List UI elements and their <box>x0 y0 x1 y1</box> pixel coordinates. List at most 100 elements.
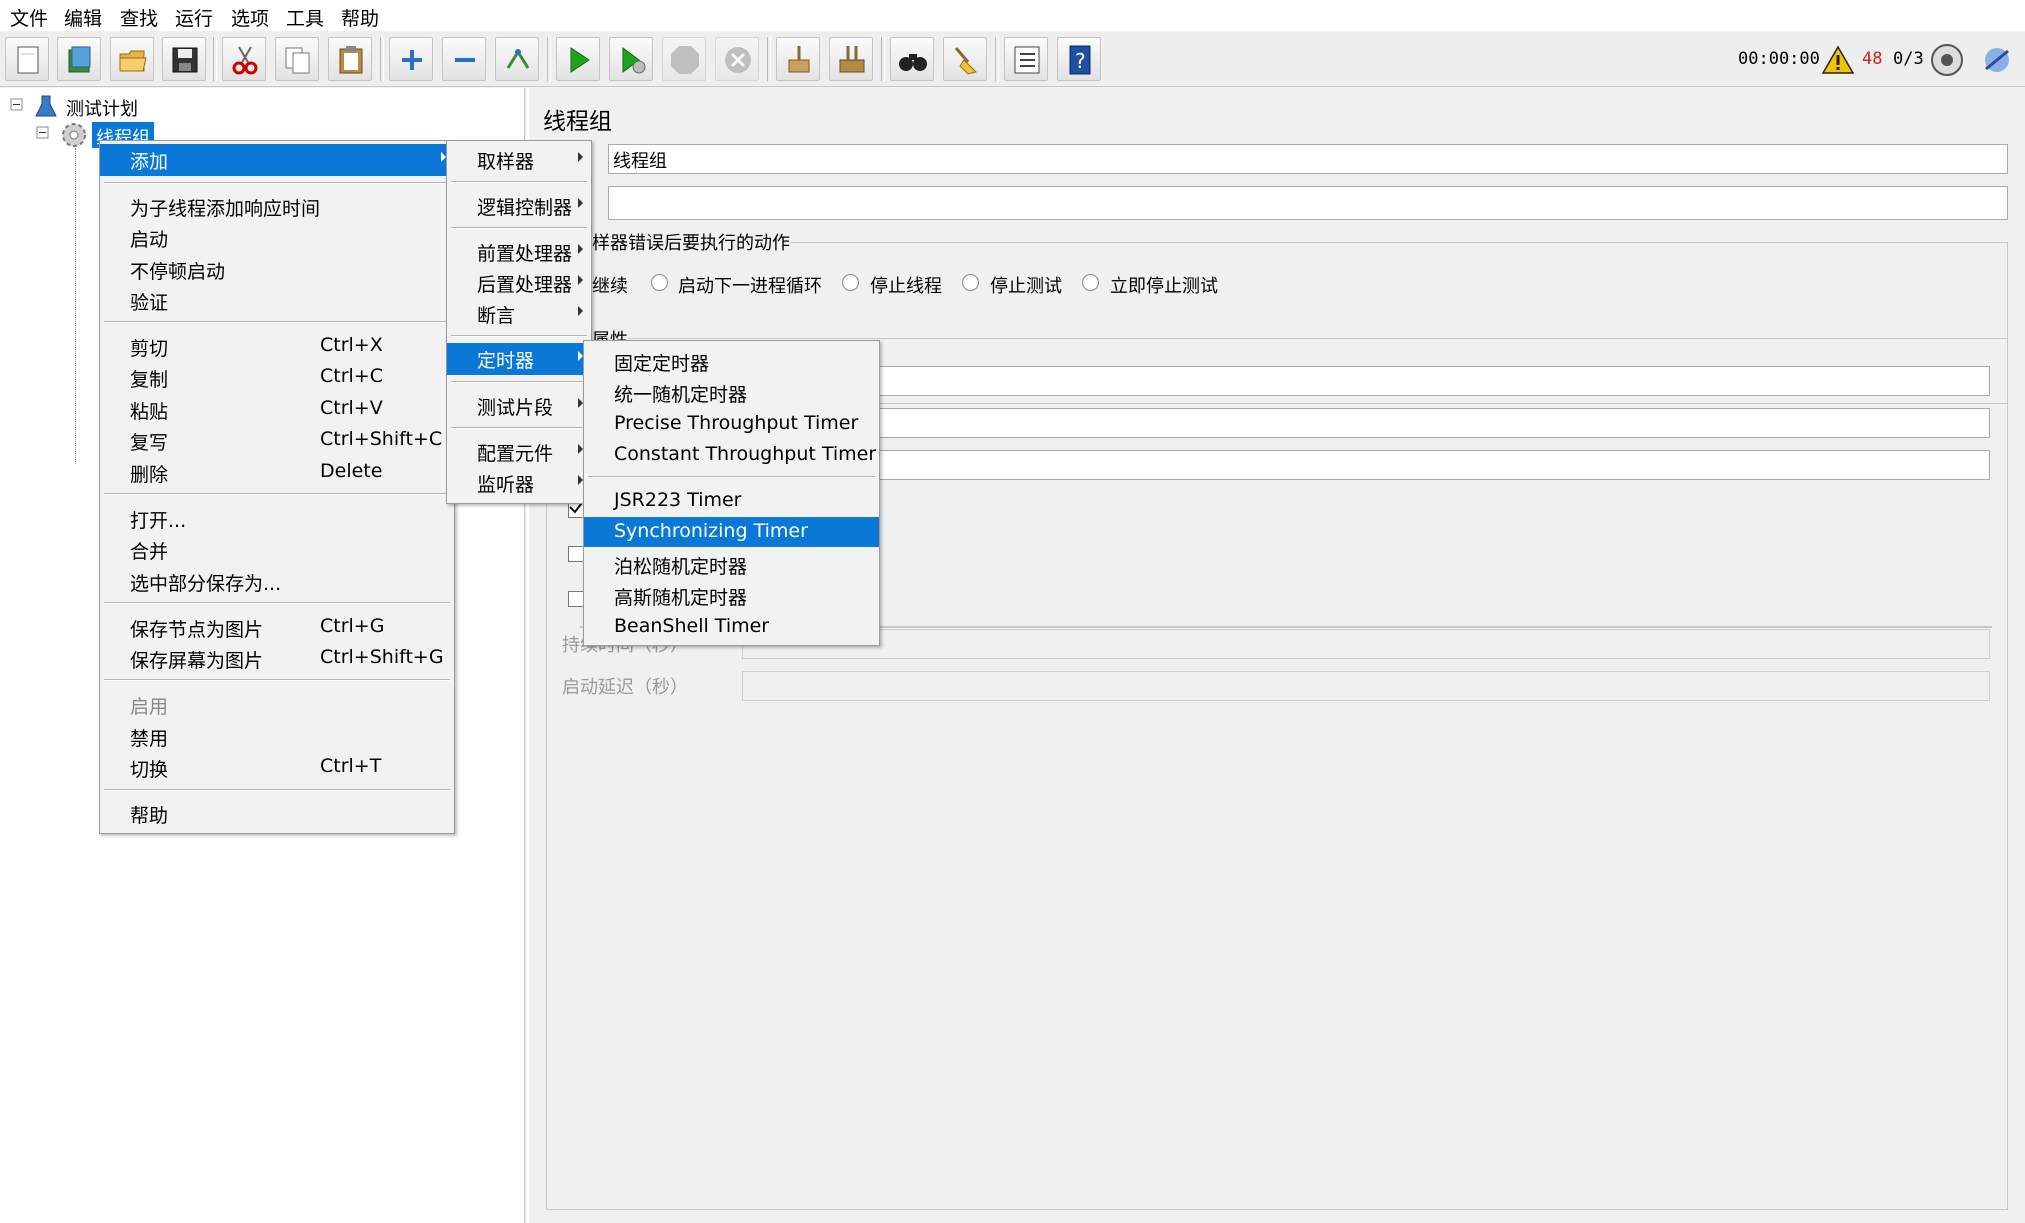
menu-item-precise-throughput-timer[interactable]: Precise Throughput Timer <box>584 409 879 439</box>
duration-field[interactable] <box>742 629 1990 659</box>
search-button[interactable] <box>890 37 934 81</box>
menu-item-duplicate[interactable]: 复写 Ctrl+Shift+C <box>100 425 454 455</box>
copy-icon <box>285 47 310 74</box>
open-button[interactable] <box>110 37 154 81</box>
menu-item-toggle[interactable]: 切换 Ctrl+T <box>100 752 454 782</box>
menu-help[interactable]: 帮助 <box>341 4 379 31</box>
menu-item-synchronizing-timer[interactable]: Synchronizing Timer <box>584 517 879 547</box>
start-button[interactable] <box>556 37 600 81</box>
menu-item-save-node-image[interactable]: 保存节点为图片 Ctrl+G <box>100 612 454 642</box>
menu-item-save-screen-image[interactable]: 保存屏幕为图片 Ctrl+Shift+G <box>100 643 454 673</box>
radio-next-loop-label[interactable]: 启动下一进程循环 <box>678 272 822 298</box>
menu-item-add-response-time[interactable]: 为子线程添加响应时间 <box>100 191 454 221</box>
name-field[interactable]: 线程组 <box>608 144 2008 174</box>
menu-item-add[interactable]: 添加 <box>100 144 454 176</box>
menu-item-post-processor[interactable]: 后置处理器 <box>447 267 591 297</box>
ramp-up-field[interactable] <box>876 408 1990 438</box>
templates-button[interactable] <box>57 37 101 81</box>
elapsed-timer: 00:00:00 <box>1738 49 1820 69</box>
delay-field[interactable] <box>742 671 1990 701</box>
reset-search-button[interactable] <box>943 37 987 81</box>
loop-count-field[interactable] <box>876 450 1990 480</box>
menu-file[interactable]: 文件 <box>10 4 48 31</box>
help-button[interactable]: ? <box>1057 37 1101 81</box>
radio-stop-test-label[interactable]: 停止测试 <box>990 272 1062 298</box>
menu-item-jsr223-timer[interactable]: JSR223 Timer <box>584 486 879 516</box>
function-helper-button[interactable] <box>1004 37 1048 81</box>
menu-item-logic-controller[interactable]: 逻辑控制器 <box>447 190 591 220</box>
expand-all-button[interactable] <box>389 37 433 81</box>
radio-stop-now-label[interactable]: 立即停止测试 <box>1110 272 1218 298</box>
menu-item-cut[interactable]: 剪切 Ctrl+X <box>100 331 454 361</box>
menu-item-validate[interactable]: 验证 <box>100 285 454 315</box>
menu-item-timer[interactable]: 定时器 <box>447 343 591 375</box>
stop-icon <box>671 46 699 74</box>
radio-continue-label[interactable]: 继续 <box>592 272 628 298</box>
menu-item-beanshell-timer[interactable]: BeanShell Timer <box>584 612 879 642</box>
toggle-button[interactable] <box>495 37 539 81</box>
cut-button[interactable] <box>222 37 266 81</box>
menu-item-listener[interactable]: 监听器 <box>447 467 591 497</box>
menu-item-poisson-random-timer[interactable]: 泊松随机定时器 <box>584 549 879 579</box>
menu-item-assertion[interactable]: 断言 <box>447 298 591 328</box>
collapse-icon[interactable] <box>10 98 26 114</box>
play-icon <box>570 47 590 73</box>
scheduler-checkbox[interactable] <box>568 591 584 607</box>
menu-item-config-element[interactable]: 配置元件 <box>447 436 591 466</box>
menu-tools[interactable]: 工具 <box>286 4 324 31</box>
delay-thread-creation-checkbox[interactable] <box>568 546 584 562</box>
paste-button[interactable] <box>328 37 372 81</box>
clear-all-button[interactable] <box>829 37 873 81</box>
menu-item-test-fragment[interactable]: 测试片段 <box>447 390 591 420</box>
radio-stop-thread[interactable] <box>842 274 859 291</box>
save-button[interactable] <box>162 37 206 81</box>
threads-number-field[interactable] <box>876 366 1990 396</box>
radio-stop-now[interactable] <box>1082 274 1099 291</box>
menu-item-constant-throughput-timer[interactable]: Constant Throughput Timer <box>584 440 879 470</box>
radio-next-loop[interactable] <box>651 274 668 291</box>
menu-edit[interactable]: 编辑 <box>64 4 102 31</box>
scissors-icon <box>232 46 258 75</box>
comment-field[interactable] <box>608 186 2008 220</box>
menu-item-delete[interactable]: 删除 Delete <box>100 457 454 487</box>
menu-item-constant-timer[interactable]: 固定定时器 <box>584 346 879 376</box>
tree-node-test-plan[interactable]: 测试计划 <box>66 95 138 121</box>
menu-bar: 文件 编辑 查找 运行 选项 工具 帮助 <box>0 0 2025 32</box>
menu-item-start[interactable]: 启动 <box>100 222 454 252</box>
menu-item-help[interactable]: 帮助 <box>100 798 454 828</box>
plus-icon <box>402 50 422 70</box>
menu-search[interactable]: 查找 <box>120 4 158 31</box>
copy-button[interactable] <box>275 37 319 81</box>
timer-submenu: 固定定时器 统一随机定时器 Precise Throughput Timer C… <box>583 340 880 646</box>
collapse-all-button[interactable] <box>442 37 486 81</box>
stop-button[interactable] <box>662 37 706 81</box>
menu-run[interactable]: 运行 <box>175 4 213 31</box>
page-title: 线程组 <box>543 109 612 135</box>
clipboard-icon <box>339 46 363 74</box>
menu-item-uniform-random-timer[interactable]: 统一随机定时器 <box>584 377 879 407</box>
menu-options[interactable]: 选项 <box>231 4 269 31</box>
menu-item-save-selection[interactable]: 选中部分保存为... <box>100 566 454 596</box>
collapse-icon[interactable] <box>36 126 52 142</box>
menu-item-disable[interactable]: 禁用 <box>100 721 454 751</box>
menu-item-pre-processor[interactable]: 前置处理器 <box>447 236 591 266</box>
log-viewer-icon[interactable] <box>1980 43 2014 77</box>
broom-icon <box>954 47 977 75</box>
new-file-icon <box>17 46 39 74</box>
menu-item-merge[interactable]: 合并 <box>100 534 454 564</box>
submenu-arrow-icon <box>578 198 583 208</box>
menu-item-sampler[interactable]: 取样器 <box>447 144 591 176</box>
menu-item-copy[interactable]: 复制 Ctrl+C <box>100 362 454 392</box>
binoculars-icon <box>899 54 927 71</box>
radio-stop-test[interactable] <box>962 274 979 291</box>
new-button[interactable] <box>5 37 49 81</box>
shutdown-button[interactable] <box>715 37 759 81</box>
menu-item-paste[interactable]: 粘贴 Ctrl+V <box>100 394 454 424</box>
clear-button[interactable] <box>776 37 820 81</box>
menu-item-start-no-pause[interactable]: 不停顿启动 <box>100 254 454 284</box>
warning-icon[interactable] <box>1822 45 1854 75</box>
radio-stop-thread-label[interactable]: 停止线程 <box>870 272 942 298</box>
start-no-pause-button[interactable] <box>609 37 653 81</box>
menu-item-open[interactable]: 打开... <box>100 503 454 533</box>
menu-item-gaussian-random-timer[interactable]: 高斯随机定时器 <box>584 580 879 610</box>
